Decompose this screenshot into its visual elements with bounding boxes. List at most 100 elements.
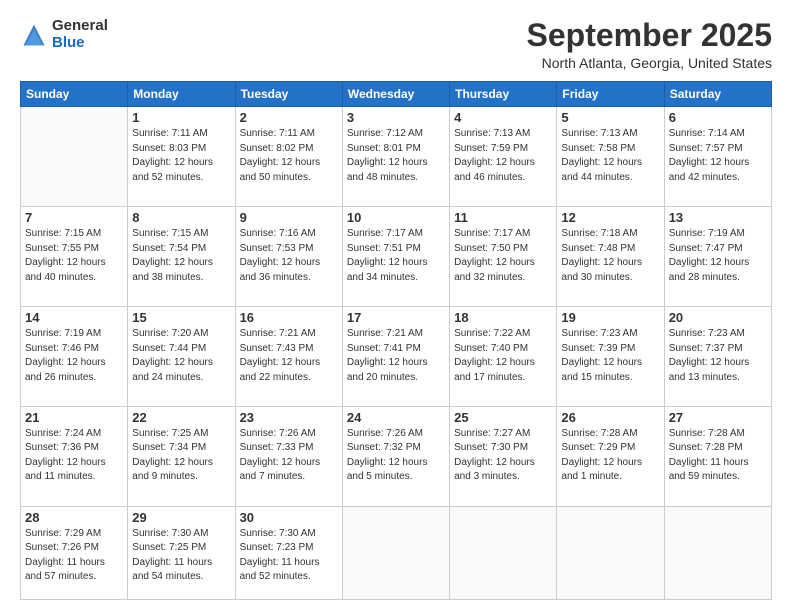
calendar-cell: 20 Sunrise: 7:23 AM Sunset: 7:37 PM Dayl… [664, 307, 771, 407]
sunset-text: Sunset: 7:40 PM [454, 343, 528, 354]
sunrise-text: Sunrise: 7:13 AM [454, 128, 530, 139]
calendar-cell: 14 Sunrise: 7:19 AM Sunset: 7:46 PM Dayl… [21, 307, 128, 407]
day-number: 13 [669, 210, 767, 225]
sunset-text: Sunset: 7:41 PM [347, 343, 421, 354]
day-info: Sunrise: 7:13 AM Sunset: 7:58 PM Dayligh… [561, 127, 659, 185]
day-info: Sunrise: 7:23 AM Sunset: 7:39 PM Dayligh… [561, 327, 659, 385]
logo-text: General Blue [52, 18, 108, 51]
calendar-cell: 22 Sunrise: 7:25 AM Sunset: 7:34 PM Dayl… [128, 406, 235, 506]
col-friday: Friday [557, 82, 664, 107]
day-info: Sunrise: 7:11 AM Sunset: 8:02 PM Dayligh… [240, 127, 338, 185]
sunrise-text: Sunrise: 7:14 AM [669, 128, 745, 139]
day-info: Sunrise: 7:21 AM Sunset: 7:43 PM Dayligh… [240, 327, 338, 385]
month-title: September 2025 [527, 18, 772, 53]
day-info: Sunrise: 7:20 AM Sunset: 7:44 PM Dayligh… [132, 327, 230, 385]
day-number: 28 [25, 510, 123, 525]
day-number: 12 [561, 210, 659, 225]
col-tuesday: Tuesday [235, 82, 342, 107]
daylight-text: Daylight: 12 hours and 22 minutes. [240, 357, 321, 383]
calendar-cell: 9 Sunrise: 7:16 AM Sunset: 7:53 PM Dayli… [235, 207, 342, 307]
day-info: Sunrise: 7:15 AM Sunset: 7:54 PM Dayligh… [132, 227, 230, 285]
col-saturday: Saturday [664, 82, 771, 107]
sunrise-text: Sunrise: 7:11 AM [132, 128, 207, 139]
day-info: Sunrise: 7:16 AM Sunset: 7:53 PM Dayligh… [240, 227, 338, 285]
sunrise-text: Sunrise: 7:23 AM [561, 328, 637, 339]
daylight-text: Daylight: 12 hours and 11 minutes. [25, 457, 106, 483]
day-info: Sunrise: 7:17 AM Sunset: 7:50 PM Dayligh… [454, 227, 552, 285]
calendar-cell: 28 Sunrise: 7:29 AM Sunset: 7:26 PM Dayl… [21, 506, 128, 599]
sunrise-text: Sunrise: 7:15 AM [25, 228, 101, 239]
col-wednesday: Wednesday [342, 82, 449, 107]
day-number: 14 [25, 310, 123, 325]
day-info: Sunrise: 7:17 AM Sunset: 7:51 PM Dayligh… [347, 227, 445, 285]
day-info: Sunrise: 7:26 AM Sunset: 7:32 PM Dayligh… [347, 427, 445, 485]
day-number: 26 [561, 410, 659, 425]
daylight-text: Daylight: 12 hours and 48 minutes. [347, 157, 428, 183]
sunrise-text: Sunrise: 7:13 AM [561, 128, 637, 139]
calendar-cell: 5 Sunrise: 7:13 AM Sunset: 7:58 PM Dayli… [557, 107, 664, 207]
daylight-text: Daylight: 11 hours and 54 minutes. [132, 557, 212, 583]
calendar-cell: 26 Sunrise: 7:28 AM Sunset: 7:29 PM Dayl… [557, 406, 664, 506]
daylight-text: Daylight: 12 hours and 46 minutes. [454, 157, 535, 183]
sunrise-text: Sunrise: 7:22 AM [454, 328, 530, 339]
day-number: 27 [669, 410, 767, 425]
sunrise-text: Sunrise: 7:17 AM [347, 228, 423, 239]
day-number: 6 [669, 110, 767, 125]
daylight-text: Daylight: 12 hours and 50 minutes. [240, 157, 321, 183]
calendar-cell: 25 Sunrise: 7:27 AM Sunset: 7:30 PM Dayl… [450, 406, 557, 506]
sunrise-text: Sunrise: 7:20 AM [132, 328, 208, 339]
sunset-text: Sunset: 7:43 PM [240, 343, 314, 354]
calendar-cell [557, 506, 664, 599]
day-number: 18 [454, 310, 552, 325]
day-number: 22 [132, 410, 230, 425]
sunset-text: Sunset: 7:57 PM [669, 143, 743, 154]
day-number: 20 [669, 310, 767, 325]
calendar-cell: 11 Sunrise: 7:17 AM Sunset: 7:50 PM Dayl… [450, 207, 557, 307]
day-info: Sunrise: 7:23 AM Sunset: 7:37 PM Dayligh… [669, 327, 767, 385]
daylight-text: Daylight: 12 hours and 17 minutes. [454, 357, 535, 383]
day-number: 30 [240, 510, 338, 525]
col-thursday: Thursday [450, 82, 557, 107]
day-info: Sunrise: 7:15 AM Sunset: 7:55 PM Dayligh… [25, 227, 123, 285]
day-info: Sunrise: 7:11 AM Sunset: 8:03 PM Dayligh… [132, 127, 230, 185]
header: General Blue September 2025 North Atlant… [20, 18, 772, 71]
day-number: 29 [132, 510, 230, 525]
calendar-cell: 27 Sunrise: 7:28 AM Sunset: 7:28 PM Dayl… [664, 406, 771, 506]
daylight-text: Daylight: 12 hours and 3 minutes. [454, 457, 535, 483]
sunset-text: Sunset: 7:44 PM [132, 343, 206, 354]
daylight-text: Daylight: 12 hours and 7 minutes. [240, 457, 321, 483]
sunset-text: Sunset: 7:25 PM [132, 542, 206, 553]
sunset-text: Sunset: 7:50 PM [454, 243, 528, 254]
sunrise-text: Sunrise: 7:21 AM [347, 328, 423, 339]
sunset-text: Sunset: 8:01 PM [347, 143, 421, 154]
logo: General Blue [20, 18, 108, 51]
page: General Blue September 2025 North Atlant… [0, 0, 792, 612]
sunset-text: Sunset: 7:58 PM [561, 143, 635, 154]
sunset-text: Sunset: 7:46 PM [25, 343, 99, 354]
day-info: Sunrise: 7:25 AM Sunset: 7:34 PM Dayligh… [132, 427, 230, 485]
sunset-text: Sunset: 7:33 PM [240, 442, 314, 453]
day-number: 4 [454, 110, 552, 125]
daylight-text: Daylight: 12 hours and 20 minutes. [347, 357, 428, 383]
sunrise-text: Sunrise: 7:30 AM [132, 528, 208, 539]
sunset-text: Sunset: 7:29 PM [561, 442, 635, 453]
calendar-cell: 10 Sunrise: 7:17 AM Sunset: 7:51 PM Dayl… [342, 207, 449, 307]
daylight-text: Daylight: 12 hours and 9 minutes. [132, 457, 213, 483]
calendar-cell: 3 Sunrise: 7:12 AM Sunset: 8:01 PM Dayli… [342, 107, 449, 207]
calendar-cell [342, 506, 449, 599]
calendar-cell: 8 Sunrise: 7:15 AM Sunset: 7:54 PM Dayli… [128, 207, 235, 307]
day-info: Sunrise: 7:19 AM Sunset: 7:47 PM Dayligh… [669, 227, 767, 285]
logo-icon [20, 21, 48, 49]
day-info: Sunrise: 7:18 AM Sunset: 7:48 PM Dayligh… [561, 227, 659, 285]
daylight-text: Daylight: 11 hours and 59 minutes. [669, 457, 749, 483]
day-number: 11 [454, 210, 552, 225]
calendar-cell: 4 Sunrise: 7:13 AM Sunset: 7:59 PM Dayli… [450, 107, 557, 207]
day-number: 15 [132, 310, 230, 325]
sunset-text: Sunset: 7:36 PM [25, 442, 99, 453]
daylight-text: Daylight: 12 hours and 28 minutes. [669, 257, 750, 283]
daylight-text: Daylight: 12 hours and 42 minutes. [669, 157, 750, 183]
day-info: Sunrise: 7:22 AM Sunset: 7:40 PM Dayligh… [454, 327, 552, 385]
day-info: Sunrise: 7:14 AM Sunset: 7:57 PM Dayligh… [669, 127, 767, 185]
sunrise-text: Sunrise: 7:26 AM [347, 428, 423, 439]
day-info: Sunrise: 7:26 AM Sunset: 7:33 PM Dayligh… [240, 427, 338, 485]
